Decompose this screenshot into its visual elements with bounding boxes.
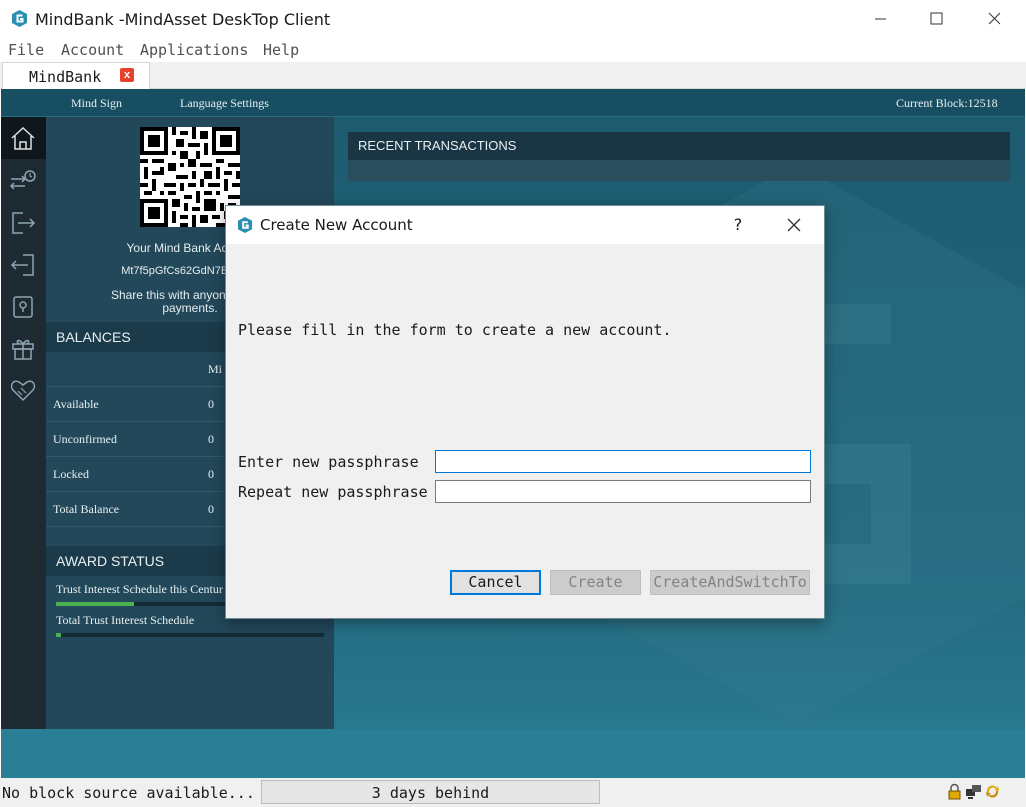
tab-bar: MindBank x [0,62,1026,90]
send-icon [12,212,36,234]
tab-label: MindBank [29,68,102,86]
minimize-button[interactable] [851,0,909,38]
repeat-passphrase-label: Repeat new passphrase [238,483,428,501]
sidebar-item-trust[interactable] [1,369,46,411]
menu-applications[interactable]: Applications [140,41,248,59]
balance-value: 0 [208,432,214,446]
title-bar: MindBank -MindAsset DeskTop Client [0,0,1026,38]
sidebar-item-home[interactable] [1,117,46,159]
sidebar-item-address[interactable] [1,285,46,327]
balance-label: Unconfirmed [53,432,117,446]
sidebar-item-rewards[interactable] [1,327,46,369]
window-title: MindBank -MindAsset DeskTop Client [35,10,331,29]
lock-icon[interactable] [946,783,963,800]
receive-icon [10,254,34,276]
passphrase-input[interactable] [435,450,811,473]
sidebar-item-send[interactable] [1,201,46,243]
sidebar [1,117,46,737]
balance-value: 0 [208,397,214,411]
balance-value: 0 [208,502,214,516]
status-bar: No block source available... 3 days behi… [0,778,1026,807]
heart-handshake-icon [10,380,36,402]
dialog-message: Please fill in the form to create a new … [238,321,672,339]
close-window-button[interactable] [965,0,1023,38]
menu-account[interactable]: Account [61,41,124,59]
balances-column-header: Mi [208,362,223,376]
help-button[interactable]: ? [720,206,756,244]
cancel-button[interactable]: Cancel [450,570,541,595]
passphrase-label: Enter new passphrase [238,453,419,471]
close-icon [988,12,1001,25]
balance-value: 0 [208,467,214,481]
location-card-icon [13,296,33,318]
recent-transactions-panel: RECENT TRANSACTIONS [348,132,1010,181]
balance-label: Locked [53,467,89,481]
minimize-icon [875,18,886,20]
menu-bar: File Account Applications Help [0,38,1026,62]
app-logo-icon [12,10,27,27]
create-account-dialog: Create New Account ? Please fill in the … [225,205,825,619]
tab-mindbank[interactable]: MindBank x [2,62,150,90]
balance-label: Available [53,397,99,411]
create-button[interactable]: Create [550,570,641,595]
nav-language-settings[interactable]: Language Settings [180,96,269,111]
sync-icon[interactable] [984,783,1001,800]
balance-label: Total Balance [53,502,120,516]
nav-mind-sign[interactable]: Mind Sign [71,96,122,111]
footer-band [1,729,1025,778]
close-icon [787,218,801,232]
dialog-title: Create New Account [260,216,413,234]
sync-progress-bar: 3 days behind [261,780,600,804]
block-source-status: No block source available... [2,784,255,802]
maximize-button[interactable] [908,0,966,38]
dialog-title-bar: Create New Account ? [226,206,824,244]
app-logo-icon [237,217,253,233]
create-and-switch-button[interactable]: CreateAndSwitchTo [650,570,810,595]
dialog-close-button[interactable] [775,206,813,244]
gift-icon [12,339,34,360]
current-block-status: Current Block:12518 [896,96,998,110]
recent-transactions-title: RECENT TRANSACTIONS [348,132,1010,160]
award-label: Trust Interest Schedule this Centur [56,582,223,596]
network-icon[interactable] [965,783,982,800]
menu-help[interactable]: Help [263,41,299,59]
sidebar-item-receive[interactable] [1,243,46,285]
tab-close-icon[interactable]: x [120,68,134,82]
maximize-icon [930,12,943,25]
award-label: Total Trust Interest Schedule [56,613,195,627]
home-icon [11,126,35,150]
top-navigation: Mind Sign Language Settings Current Bloc… [1,89,1025,117]
menu-file[interactable]: File [8,41,44,59]
repeat-passphrase-input[interactable] [435,480,811,503]
award-progress-bar [56,633,324,637]
sidebar-item-transactions[interactable] [1,159,46,201]
exchange-clock-icon [9,170,36,190]
sync-progress-text: 3 days behind [371,784,490,802]
